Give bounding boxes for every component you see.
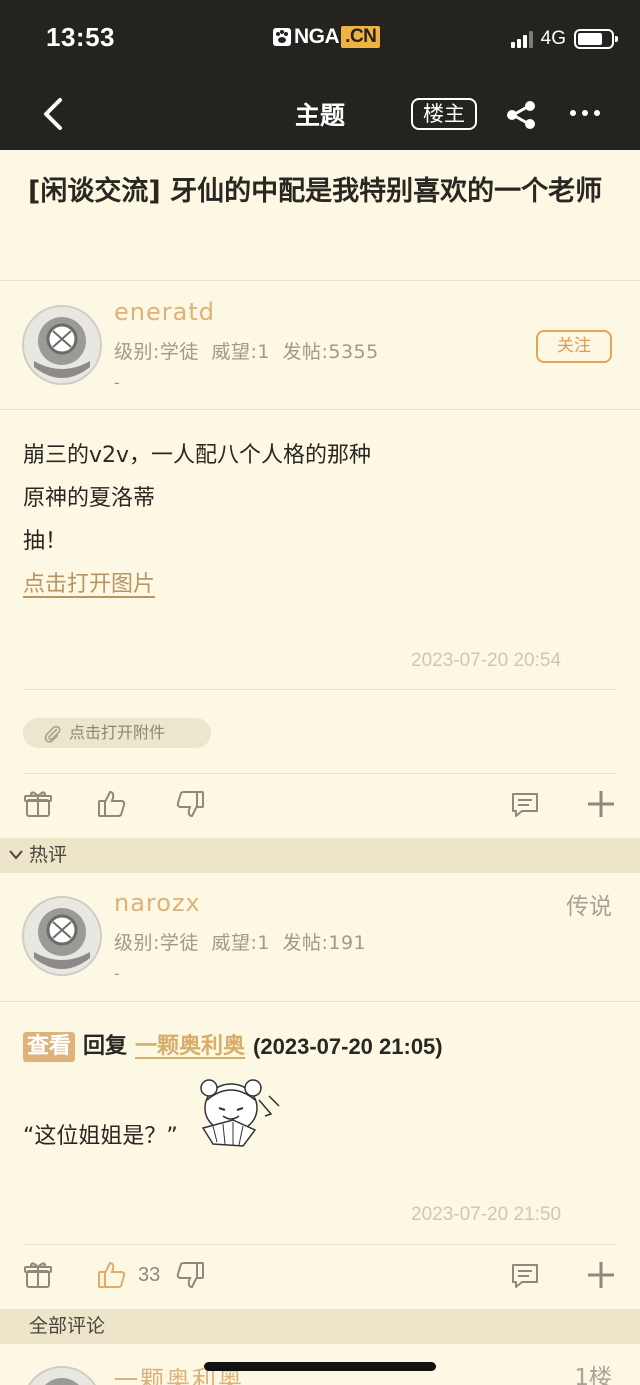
follow-button[interactable]: 关注 [536, 330, 612, 363]
sticker-image [200, 1079, 280, 1147]
page-title: 主题 [294, 101, 345, 130]
comment-icon[interactable] [510, 790, 540, 820]
post-author[interactable]: eneratd [114, 298, 215, 326]
divider [23, 689, 617, 690]
gift-icon[interactable] [23, 1260, 53, 1290]
status-time: 13:53 [46, 22, 115, 52]
topic-title: [闲谈交流] 牙仙的中配是我特别喜欢的一个老师 [28, 176, 603, 207]
content-line: 抽！ [23, 529, 68, 554]
avatar[interactable] [22, 896, 102, 976]
author-meta: 级别:学徒 威望:1 发帖:191 [114, 932, 367, 954]
network-label: 4G [540, 28, 566, 49]
quote-time: (2023-07-20 21:05) [253, 1034, 443, 1059]
hot-comments-header[interactable]: 热评 [0, 838, 640, 873]
reply-label: 回复 [83, 1034, 128, 1059]
all-comments-header: 全部评论 [0, 1309, 640, 1344]
like-count: 33 [138, 1264, 161, 1286]
reply-content: “这位姐姐是？” [23, 1124, 178, 1149]
divider [0, 409, 640, 410]
floor-number: 1楼 [574, 1365, 612, 1385]
paperclip-icon [44, 725, 61, 743]
divider [0, 1001, 640, 1002]
view-quote-button[interactable]: 查看 [23, 1032, 76, 1062]
reply-author[interactable]: narozx [114, 889, 201, 917]
quote-line: 查看 回复 一颗奥利奥 (2023-07-20 21:05) [23, 1030, 443, 1064]
add-icon[interactable] [586, 789, 616, 819]
content-line: 崩三的v2v，一人配八个人格的那种 [23, 443, 372, 468]
all-comments-label: 全部评论 [29, 1315, 106, 1337]
attachment-label: 点击打开附件 [69, 723, 166, 742]
battery-icon [574, 29, 618, 49]
gift-icon[interactable] [23, 789, 53, 819]
logo-text: NGA [294, 25, 340, 48]
author-signature: - [114, 373, 120, 392]
nav-bar: 主题 楼主 [0, 80, 640, 150]
open-image-link[interactable]: 点击打开图片 [23, 563, 371, 606]
like-icon[interactable] [97, 1260, 127, 1290]
reply-rank: 传说 [566, 894, 612, 920]
logo-suffix: .CN [341, 26, 381, 48]
op-only-button[interactable]: 楼主 [411, 98, 477, 130]
app-logo: NGA .CN [272, 24, 381, 50]
divider [23, 1244, 617, 1245]
quoted-user-link[interactable]: 一颗奥利奥 [135, 1030, 245, 1064]
author-meta: 级别:学徒 威望:1 发帖:5355 [114, 341, 379, 363]
post-time: 2023-07-20 20:54 [411, 650, 562, 671]
chevron-down-icon [9, 850, 23, 860]
reply-time: 2023-07-20 21:50 [411, 1204, 562, 1225]
signal-icon [510, 30, 533, 48]
open-attachment-button[interactable]: 点击打开附件 [23, 718, 211, 748]
avatar[interactable] [22, 1366, 102, 1385]
comment-icon[interactable] [510, 1261, 540, 1291]
home-indicator[interactable] [204, 1362, 436, 1371]
share-icon[interactable] [504, 98, 538, 132]
paw-logo-icon [273, 28, 291, 46]
post-content: 崩三的v2v，一人配八个人格的那种 原神的夏洛蒂 抽！ 点击打开图片 [23, 434, 371, 606]
divider [23, 773, 617, 774]
avatar[interactable] [22, 305, 102, 385]
hot-comments-label: 热评 [29, 844, 68, 866]
content-line: 原神的夏洛蒂 [23, 486, 156, 511]
dislike-icon[interactable] [175, 789, 205, 819]
add-icon[interactable] [586, 1260, 616, 1290]
status-bar: 13:53 NGA .CN 4G [0, 0, 640, 80]
like-icon[interactable] [97, 789, 127, 819]
author-signature: - [114, 964, 120, 983]
more-icon[interactable] [570, 110, 600, 116]
divider [0, 280, 640, 281]
dislike-icon[interactable] [175, 1260, 205, 1290]
